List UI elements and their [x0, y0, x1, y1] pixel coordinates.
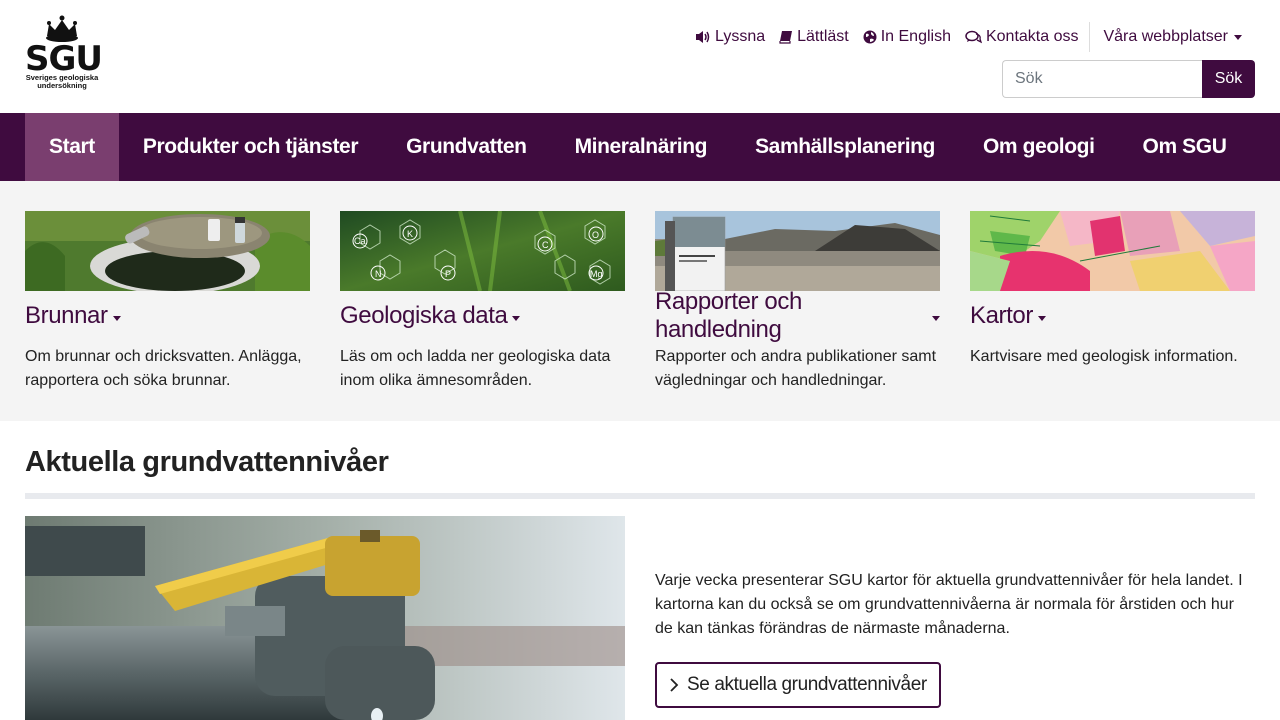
- water-tap-image: [25, 516, 625, 720]
- svg-text:O: O: [592, 230, 599, 240]
- section-description: Varje vecka presenterar SGU kartor för a…: [655, 572, 1243, 637]
- globe-icon: [863, 30, 877, 44]
- divider: [1089, 22, 1091, 52]
- websites-dropdown[interactable]: Våra webbplatser: [1103, 28, 1242, 46]
- card-geodata: Ca K N P C O Mg Geologiska data Läs om o…: [340, 211, 625, 393]
- nav-start[interactable]: Start: [25, 113, 119, 181]
- easy-read-label: Lättläst: [797, 28, 849, 45]
- card-maps: Kartor Kartvisare med geologisk informat…: [970, 211, 1255, 369]
- nav-products[interactable]: Produkter och tjänster: [119, 113, 382, 181]
- sgu-logo[interactable]: SGU Sveriges geologiska undersökning: [25, 14, 103, 98]
- svg-text:N: N: [375, 269, 382, 279]
- card-title-reports[interactable]: Rapporter och handledning: [655, 288, 940, 343]
- card-desc-geodata: Läs om och ladda ner geologiska data ino…: [340, 348, 611, 389]
- nav-groundwater[interactable]: Grundvatten: [382, 113, 550, 181]
- listen-label: Lyssna: [715, 28, 766, 45]
- chat-icon: [965, 30, 982, 44]
- caret-down-icon: [512, 315, 521, 321]
- caret-down-icon: [932, 315, 940, 321]
- card-brunnar: Brunnar Om brunnar och dricksvatten. Anl…: [25, 211, 310, 393]
- svg-text:Ca: Ca: [354, 236, 366, 246]
- card-title-maps[interactable]: Kartor: [970, 301, 1255, 331]
- nav-about[interactable]: Om SGU: [1119, 113, 1251, 181]
- svg-text:Mg: Mg: [590, 269, 603, 279]
- english-link[interactable]: In English: [863, 28, 951, 46]
- websites-label: Våra webbplatser: [1103, 28, 1228, 45]
- card-desc-brunnar: Om brunnar och dricksvatten. Anlägga, ra…: [25, 348, 302, 389]
- search-form: Sök: [1002, 60, 1255, 98]
- search-input[interactable]: [1002, 60, 1202, 98]
- speaker-icon: [696, 31, 710, 43]
- nav-geology[interactable]: Om geologi: [959, 113, 1119, 181]
- section-title: Aktuella grundvattennivåer: [25, 446, 389, 478]
- caret-down-icon: [1234, 34, 1242, 40]
- geodata-image[interactable]: Ca K N P C O Mg: [340, 211, 625, 291]
- card-desc-reports: Rapporter och andra publikationer samt v…: [655, 348, 937, 389]
- card-desc-maps: Kartvisare med geologisk information.: [970, 348, 1238, 365]
- svg-text:P: P: [445, 269, 451, 279]
- quick-links-band: Brunnar Om brunnar och dricksvatten. Anl…: [0, 181, 1280, 421]
- svg-text:K: K: [407, 229, 413, 239]
- book-icon: [779, 31, 793, 44]
- chevron-right-icon: [670, 678, 679, 692]
- reports-image[interactable]: [655, 211, 940, 291]
- well-image[interactable]: [25, 211, 310, 291]
- english-label: In English: [880, 28, 951, 45]
- card-reports: Rapporter och handledning Rapporter och …: [655, 211, 940, 393]
- listen-link[interactable]: Lyssna: [695, 28, 765, 46]
- contact-link[interactable]: Kontakta oss: [965, 28, 1079, 46]
- logo-wordmark: SGU: [25, 39, 103, 79]
- main-nav: Start Produkter och tjänster Grundvatten…: [0, 113, 1280, 181]
- nav-planning[interactable]: Samhällsplanering: [731, 113, 959, 181]
- site-header: SGU Sveriges geologiska undersökning Lys…: [0, 0, 1280, 113]
- section-divider: [25, 493, 1255, 499]
- search-button[interactable]: Sök: [1202, 60, 1255, 98]
- nav-minerals[interactable]: Mineralnäring: [551, 113, 732, 181]
- caret-down-icon: [1037, 315, 1046, 321]
- logo-subtitle: Sveriges geologiska undersökning: [25, 73, 99, 90]
- svg-text:C: C: [542, 240, 549, 250]
- utility-links: Lyssna Lättläst In English Kontakta oss: [681, 22, 1242, 52]
- contact-label: Kontakta oss: [985, 28, 1079, 45]
- card-title-geodata[interactable]: Geologiska data: [340, 301, 625, 331]
- caret-down-icon: [112, 315, 121, 321]
- easy-read-link[interactable]: Lättläst: [779, 28, 849, 46]
- card-title-brunnar[interactable]: Brunnar: [25, 301, 310, 331]
- map-image[interactable]: [970, 211, 1255, 291]
- cta-label: Se aktuella grundvattennivåer: [687, 674, 927, 695]
- groundwater-cta-button[interactable]: Se aktuella grundvattennivåer: [655, 662, 941, 708]
